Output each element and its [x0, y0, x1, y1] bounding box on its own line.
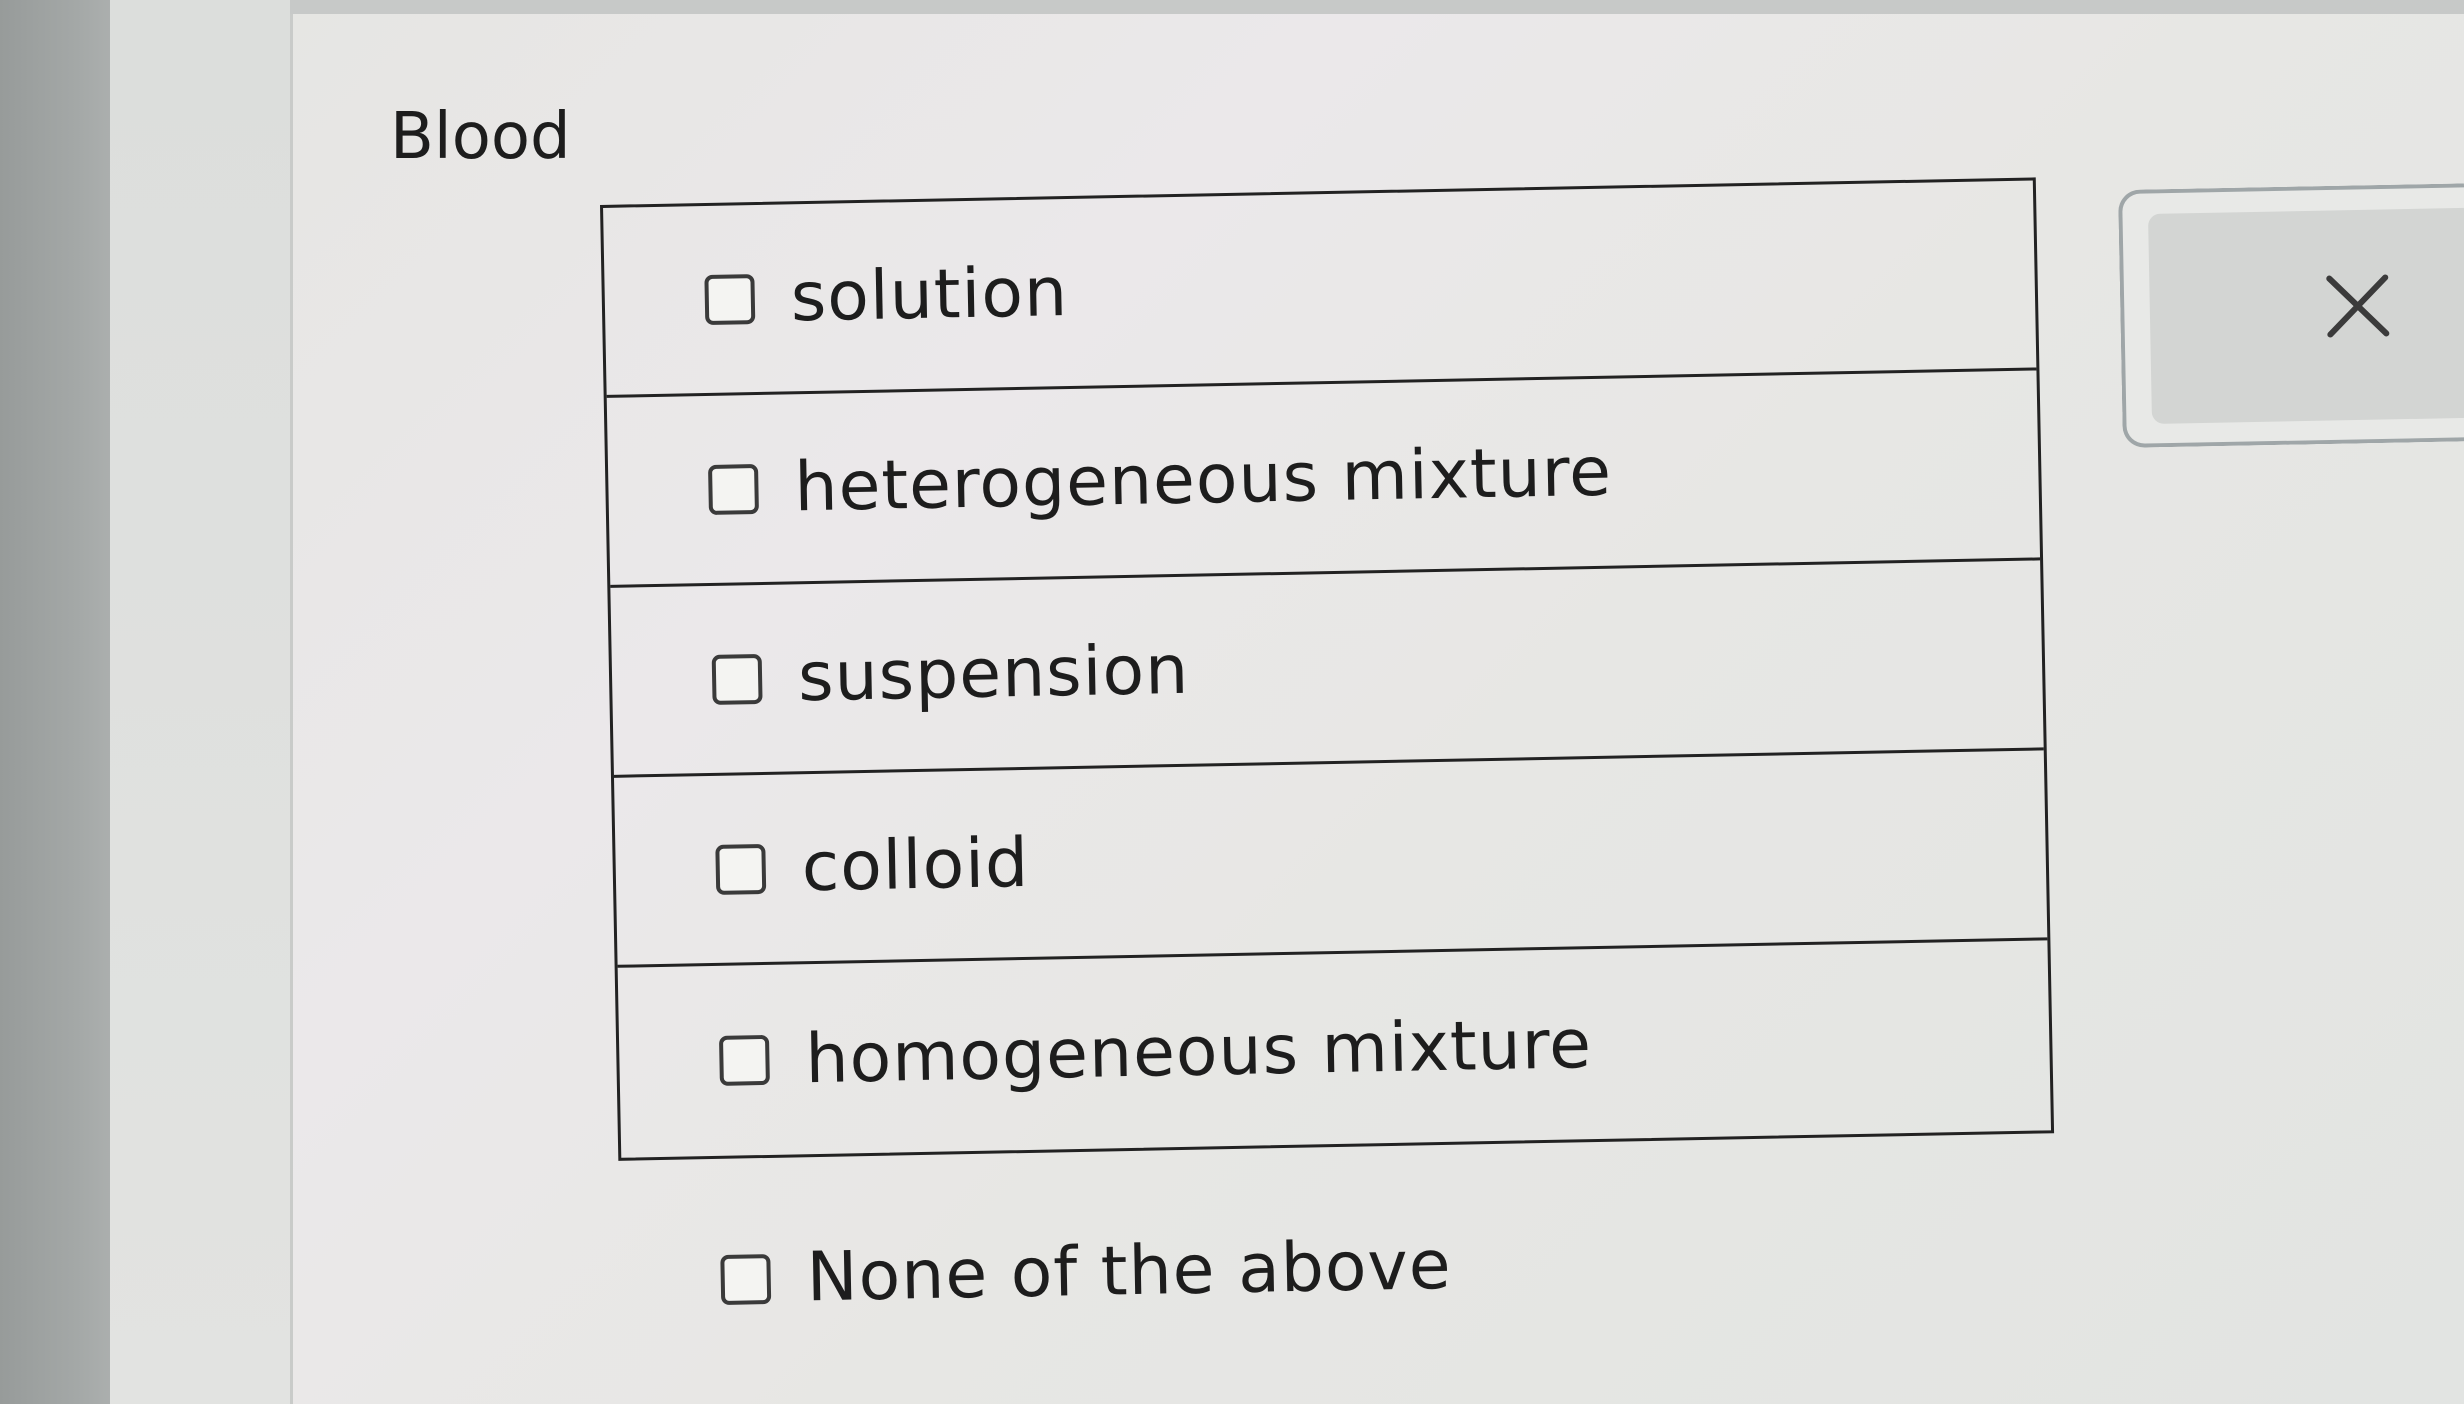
- option-label-solution: solution: [790, 253, 1069, 338]
- checkbox-colloid[interactable]: [715, 843, 767, 895]
- checkbox-homogeneous-mixture[interactable]: [718, 1034, 770, 1086]
- option-label-none-of-the-above: None of the above: [805, 1225, 1453, 1318]
- options-table: solution heterogeneous mixture suspensio…: [600, 177, 2055, 1161]
- option-row-heterogeneous-mixture[interactable]: heterogeneous mixture: [606, 370, 2041, 588]
- option-label-colloid: colloid: [801, 823, 1030, 908]
- option-row-colloid[interactable]: colloid: [613, 750, 2048, 968]
- checkbox-none-of-the-above[interactable]: [720, 1253, 772, 1305]
- option-label-suspension: suspension: [797, 630, 1190, 718]
- option-row-suspension[interactable]: suspension: [610, 560, 2044, 778]
- option-row-solution[interactable]: solution: [603, 180, 2037, 398]
- checkbox-suspension[interactable]: [711, 653, 763, 705]
- option-row-none-of-the-above[interactable]: None of the above: [720, 1226, 1452, 1319]
- question-title: Blood: [390, 100, 571, 174]
- option-label-homogeneous-mixture: homogeneous mixture: [804, 1004, 1593, 1099]
- close-button[interactable]: [2148, 207, 2464, 424]
- option-row-homogeneous-mixture[interactable]: homogeneous mixture: [618, 940, 2051, 1157]
- top-divider: [290, 0, 2464, 14]
- checkbox-heterogeneous-mixture[interactable]: [708, 463, 759, 515]
- checkbox-solution[interactable]: [704, 273, 756, 325]
- close-icon: [2326, 274, 2390, 338]
- option-label-heterogeneous-mixture: heterogeneous mixture: [793, 432, 1613, 528]
